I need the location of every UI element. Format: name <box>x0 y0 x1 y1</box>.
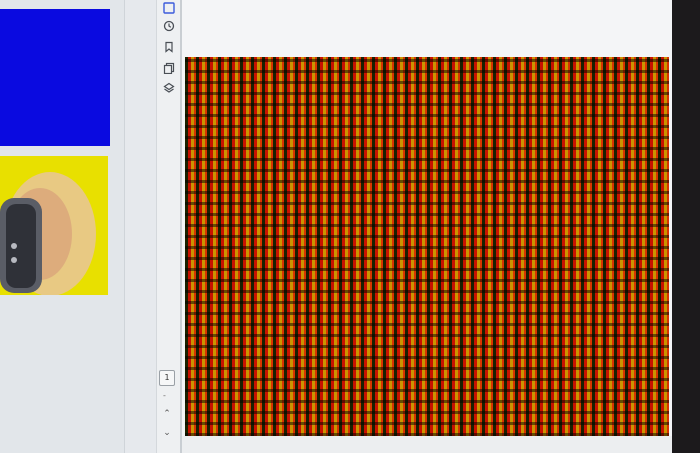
lens-image <box>0 172 96 295</box>
page-up-button[interactable]: ⌃ <box>161 409 173 419</box>
tool-strip <box>124 0 157 453</box>
copy-icon[interactable] <box>161 60 177 76</box>
page-down-button[interactable]: ⌄ <box>161 428 173 438</box>
thumbnail-blue[interactable] <box>0 9 110 146</box>
bookmark-icon[interactable] <box>161 39 177 55</box>
pages-icon[interactable] <box>161 0 177 16</box>
layers-icon[interactable] <box>161 80 177 96</box>
page-number-input[interactable]: 1 <box>159 370 175 386</box>
subpixel-image <box>185 57 669 436</box>
monitor-bezel <box>672 0 700 453</box>
thumbnail-panel <box>0 0 124 453</box>
canvas-bottom-edge <box>182 436 672 453</box>
history-icon[interactable] <box>161 18 177 34</box>
thumbnail-yellow[interactable] <box>0 156 108 295</box>
page-separator: - <box>163 391 166 400</box>
